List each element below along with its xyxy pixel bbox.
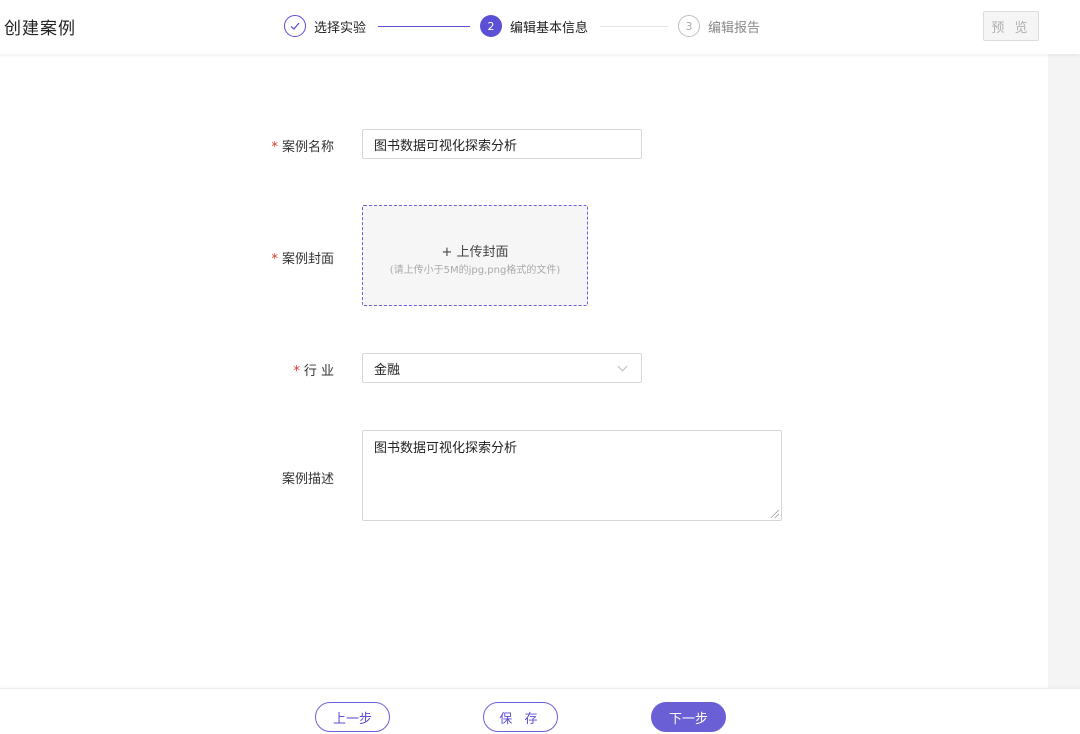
description-label: 案例描述: [281, 472, 334, 487]
step-edit-report[interactable]: 3 编辑报告: [678, 15, 760, 37]
chevron-down-icon: [617, 361, 628, 371]
scrollbar-track[interactable]: [1048, 54, 1080, 688]
step-number: 3: [678, 15, 700, 37]
upload-hint: (请上传小于5M的jpg,png格式的文件): [389, 265, 561, 276]
page-title: 创建案例: [4, 19, 76, 39]
industry-label: * 行 业: [293, 364, 334, 379]
case-name-label: * 案例名称: [271, 140, 334, 155]
description-text: 图书数据可视化探索分析: [374, 441, 518, 456]
step-edit-basic-info[interactable]: 2 编辑基本信息: [480, 15, 588, 37]
save-button[interactable]: 保 存: [483, 702, 558, 732]
previous-step-button[interactable]: 上一步: [315, 702, 390, 732]
step-connector: [600, 26, 668, 27]
step-label: 选择实验: [314, 20, 367, 36]
case-cover-label: * 案例封面: [271, 252, 334, 267]
top-header: 创建案例 选择实验 2 编辑基本信息 3 编辑报告 预 览: [0, 0, 1080, 54]
check-icon: [284, 15, 306, 37]
next-step-button[interactable]: 下一步: [651, 702, 726, 732]
cover-upload-area[interactable]: + 上传封面 (请上传小于5M的jpg,png格式的文件): [362, 205, 588, 306]
step-label: 编辑基本信息: [510, 20, 589, 36]
step-connector: [378, 26, 470, 27]
required-mark: *: [271, 252, 278, 267]
resize-handle-icon[interactable]: [771, 510, 779, 518]
step-label: 编辑报告: [708, 20, 761, 36]
required-mark: *: [271, 140, 278, 155]
required-mark: *: [293, 364, 300, 379]
step-select-experiment[interactable]: 选择实验: [284, 15, 366, 37]
step-number: 2: [480, 15, 502, 37]
description-textarea[interactable]: 图书数据可视化探索分析: [362, 430, 782, 521]
preview-button[interactable]: 预 览: [983, 11, 1039, 41]
bottom-action-bar: 上一步 保 存 下一步: [0, 688, 1080, 734]
upload-cover-text: + 上传封面: [441, 245, 509, 260]
industry-select[interactable]: 金融: [362, 353, 642, 383]
industry-selected-value: 金融: [374, 362, 401, 378]
case-name-input[interactable]: 图书数据可视化探索分析: [362, 129, 642, 159]
